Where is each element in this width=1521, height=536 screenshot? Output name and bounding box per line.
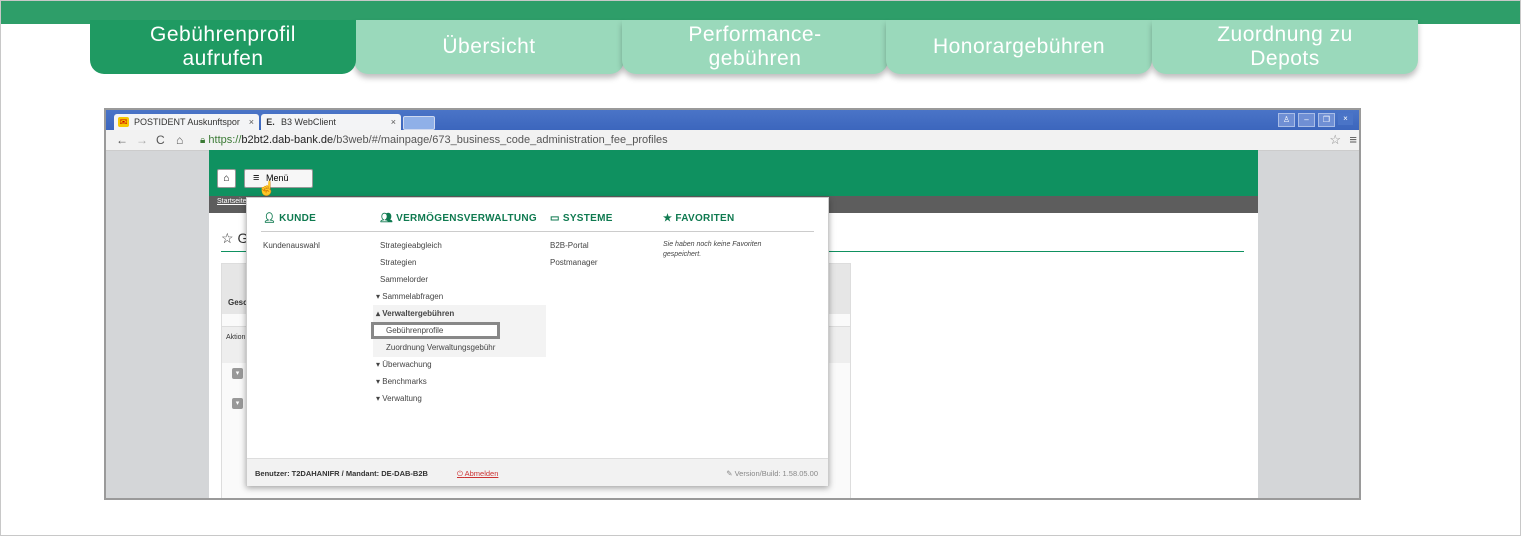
outer-frame [0, 0, 1521, 536]
step-tab-gebuehrenprofil[interactable]: Gebührenprofil aufrufen [90, 20, 356, 74]
step-label: Gebührenprofil aufrufen [150, 23, 296, 70]
